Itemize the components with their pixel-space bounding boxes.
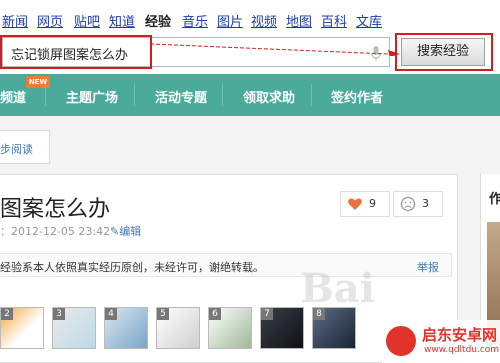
- step-number: 4: [105, 308, 117, 320]
- copyright-text: 经验系本人依照真实经历原创，未经许可，谢绝转载。: [0, 261, 264, 274]
- dislike-button[interactable]: 3: [393, 191, 443, 217]
- nav-link-web[interactable]: 网页: [37, 15, 63, 31]
- edit-link[interactable]: ✎编辑: [110, 223, 141, 239]
- heart-icon: [348, 198, 362, 210]
- step-thumbnail[interactable]: 6: [208, 307, 252, 349]
- step-thumbnail[interactable]: 7: [260, 307, 304, 349]
- logo-url: www.qdltdu.com: [424, 345, 500, 355]
- step-number: 5: [157, 308, 169, 320]
- nav-link-tieba[interactable]: 贴吧: [74, 15, 100, 31]
- divider: [311, 84, 312, 106]
- step-number: 3: [53, 308, 65, 320]
- step-thumbnail[interactable]: 4: [104, 307, 148, 349]
- nav-link-images[interactable]: 图片: [217, 15, 243, 31]
- step-thumbnail[interactable]: 5: [156, 307, 200, 349]
- tab-signed-authors[interactable]: 签约作者: [331, 87, 383, 106]
- tab-channels[interactable]: 频道: [0, 87, 26, 106]
- nav-link-wenku[interactable]: 文库: [356, 15, 382, 31]
- page-title: 图案怎么办: [0, 197, 111, 222]
- step-thumbnail[interactable]: 2: [0, 307, 44, 349]
- report-link[interactable]: 举报: [417, 259, 439, 275]
- search-bar: 忘记锁屏图案怎么办 搜索经验: [0, 32, 500, 74]
- nav-link-video[interactable]: 视频: [251, 15, 277, 31]
- nav-link-zhidao[interactable]: 知道: [109, 15, 135, 31]
- arrow-annotation: [150, 43, 400, 56]
- like-count: 9: [369, 197, 376, 210]
- edit-label: 编辑: [119, 225, 142, 238]
- step-number: 7: [261, 308, 273, 320]
- nav-link-news[interactable]: 新闻: [2, 15, 28, 31]
- logo-icon: [386, 326, 416, 356]
- nav-link-jingyan[interactable]: 经验: [145, 15, 171, 31]
- step-thumbnail[interactable]: 8: [312, 307, 356, 349]
- channel-bar: NEW 频道 主题广场 活动专题 领取求助 签约作者: [0, 74, 500, 116]
- nav-link-music[interactable]: 音乐: [182, 15, 208, 31]
- site-logo: 启东安卓网 www.qdltdu.com: [382, 320, 500, 363]
- copyright-notice: 经验系本人依照真实经历原创，未经许可，谢绝转载。 举报: [0, 253, 452, 277]
- tab-theme-square[interactable]: 主题广场: [66, 87, 118, 106]
- sidebar-heading: 作: [489, 192, 500, 207]
- new-badge: NEW: [26, 76, 50, 88]
- divider: [222, 84, 223, 106]
- step-number: 2: [1, 308, 13, 320]
- tab-help-requests[interactable]: 领取求助: [243, 87, 295, 106]
- highlight-box-search-button: [395, 33, 493, 71]
- divider: [134, 84, 135, 106]
- highlight-box-search-text: [0, 35, 152, 69]
- step-number: 6: [209, 308, 221, 320]
- step-thumbnail[interactable]: 3: [52, 307, 96, 349]
- sad-face-icon: [400, 196, 416, 212]
- dislike-count: 3: [422, 197, 429, 210]
- tab-activities[interactable]: 活动专题: [155, 87, 207, 106]
- divider: [45, 84, 46, 106]
- step-reading-label: 步阅读: [0, 143, 33, 156]
- baidu-watermark: Bai: [300, 265, 375, 312]
- top-navigation: 新闻 网页 贴吧 知道 经验 音乐 图片 视频 地图 百科 文库: [0, 0, 500, 32]
- logo-name: 启东安卓网: [422, 326, 498, 344]
- nav-link-map[interactable]: 地图: [286, 15, 312, 31]
- pencil-icon: ✎: [110, 225, 120, 238]
- article-date: ：2012-12-05 23:42: [0, 225, 111, 238]
- step-reading-tab[interactable]: 步阅读: [0, 130, 50, 164]
- nav-link-baike[interactable]: 百科: [321, 15, 347, 31]
- like-button[interactable]: 9: [340, 191, 390, 217]
